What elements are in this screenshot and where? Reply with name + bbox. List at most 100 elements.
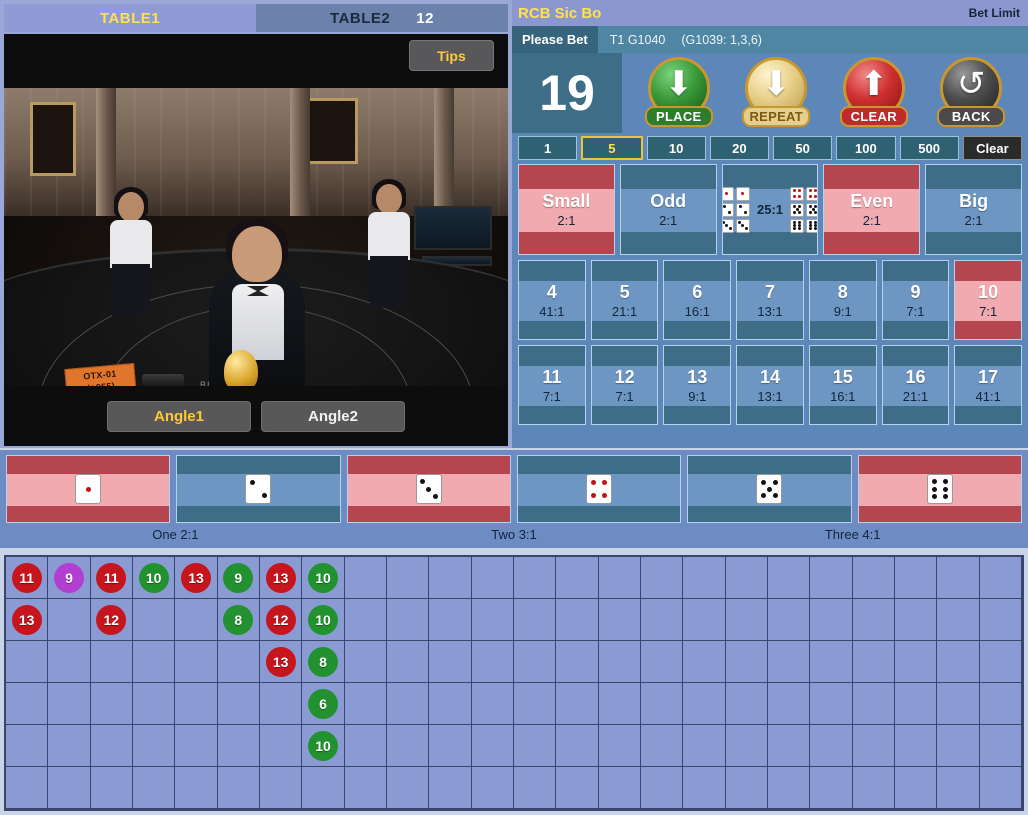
bet-total-14[interactable]: 14 13:1 — [736, 345, 804, 425]
bet-total-5[interactable]: 5 21:1 — [590, 260, 659, 340]
roadmap-cell — [471, 725, 514, 767]
roadmap-cell: 12 — [90, 599, 133, 641]
roadmap-cell — [894, 683, 938, 725]
bet-single-dice-4[interactable] — [516, 455, 682, 523]
roadmap-cell — [852, 557, 895, 599]
bet-single-dice-5[interactable] — [687, 455, 852, 523]
chip-20[interactable]: 20 — [709, 136, 769, 160]
roadmap-cell — [344, 599, 387, 641]
bet-any-triple[interactable]: 25:1 — [721, 164, 819, 255]
bet-single-dice-1[interactable] — [6, 455, 171, 523]
roadmap-cell: 9 — [217, 557, 260, 599]
wall-pillar-2 — [290, 88, 310, 216]
chip-500[interactable]: 500 — [899, 136, 959, 160]
bet-single-dice-2[interactable] — [176, 455, 341, 523]
roadmap-cell — [48, 599, 91, 641]
bet-even[interactable]: Even 2:1 — [823, 164, 921, 255]
bet-limit-link[interactable]: Bet Limit — [969, 6, 1020, 20]
bet-total-10[interactable]: 10 7:1 — [954, 260, 1023, 340]
bet-total-8[interactable]: 8 9:1 — [808, 260, 877, 340]
bet-even-label: Even — [850, 191, 894, 211]
chip-50[interactable]: 50 — [773, 136, 833, 160]
countdown-timer: 19 — [512, 53, 622, 133]
countdown-and-actions: 19 ⬇ PLACE ⬇ REPEAT ⬆ CLEAR ↺ BACK — [512, 53, 1028, 133]
roadmap-cell: 6 — [302, 683, 345, 725]
bet-total-15[interactable]: 15 16:1 — [808, 345, 877, 425]
roadmap-bead: 11 — [96, 562, 127, 593]
roadmap-cell — [6, 725, 49, 767]
dice-face-5 — [806, 202, 818, 217]
roadmap-cell — [386, 767, 430, 809]
roadmap-cell — [48, 767, 91, 809]
tab-table2[interactable]: TABLE2 12 — [256, 4, 508, 32]
angle2-button[interactable]: Angle2 — [261, 401, 405, 432]
chip-5[interactable]: 5 — [581, 136, 643, 160]
roadmap-cell — [937, 725, 980, 767]
live-video-stream[interactable]: Tips BIG SMALL 小 — [4, 34, 508, 446]
roadmap-cell — [937, 557, 980, 599]
roadmap-cell — [6, 641, 49, 683]
chip-clear[interactable]: Clear — [962, 136, 1022, 160]
repeat-label: REPEAT — [742, 106, 811, 127]
chip-10[interactable]: 10 — [646, 136, 706, 160]
roadmap-cell — [386, 599, 430, 641]
roadmap-cell — [386, 557, 430, 599]
roadmap-cell — [132, 767, 176, 809]
bet-total-16-label: 16 — [905, 366, 926, 387]
roadmap-cell — [259, 767, 303, 809]
roadmap-cell — [894, 641, 938, 683]
roadmap-cell — [767, 599, 811, 641]
roadmap-cell — [429, 683, 472, 725]
bet-big[interactable]: Big 2:1 — [925, 164, 1022, 255]
roadmap-cell — [725, 767, 768, 809]
clear-button[interactable]: ⬆ CLEAR — [839, 57, 908, 129]
back-button[interactable]: ↺ BACK — [937, 57, 1006, 129]
dice-face-2 — [722, 202, 734, 217]
tips-button[interactable]: Tips — [409, 40, 494, 71]
roadmap-cell — [598, 767, 641, 809]
bet-total-4[interactable]: 4 41:1 — [518, 260, 586, 340]
bet-total-6[interactable]: 6 16:1 — [663, 260, 732, 340]
chip-100[interactable]: 100 — [836, 136, 896, 160]
game-name: RCB Sic Bo — [518, 4, 602, 22]
angle1-button[interactable]: Angle1 — [107, 401, 251, 432]
bet-total-12[interactable]: 12 7:1 — [590, 345, 659, 425]
bet-small[interactable]: Small 2:1 — [518, 164, 615, 255]
chip-tray — [142, 374, 184, 386]
dice-face-4 — [806, 186, 818, 201]
repeat-button[interactable]: ⬇ REPEAT — [742, 57, 811, 129]
bet-total-9[interactable]: 9 7:1 — [881, 260, 950, 340]
roadmap-cell — [556, 599, 599, 641]
bet-single-dice-3[interactable] — [346, 455, 511, 523]
previous-result: (G1039: 1,3,6) — [681, 32, 762, 47]
roadmap-bead: 12 — [96, 604, 127, 635]
bet-total-17[interactable]: 17 41:1 — [954, 345, 1023, 425]
bet-single-dice-6[interactable] — [857, 455, 1022, 523]
triple-dice-left — [722, 186, 750, 233]
main-bet-row: Small 2:1 Odd 2:1 25:1 Even 2:1 Big 2:1 — [518, 164, 1022, 255]
bet-total-16[interactable]: 16 21:1 — [881, 345, 950, 425]
roadmap-cell — [640, 599, 684, 641]
place-button[interactable]: ⬇ PLACE — [644, 57, 713, 129]
dice-face-6 — [806, 218, 818, 233]
roadmap-cell — [598, 725, 641, 767]
bead-road-grid[interactable]: 11 9 11 10 13 9 13 10 13 12 8 12 10 13 8 6 10 — [4, 555, 1024, 811]
dice-shaker — [224, 350, 258, 386]
chip-1[interactable]: 1 — [518, 136, 578, 160]
roadmap-cell: 13 — [6, 599, 49, 641]
roadmap-bead: 10 — [307, 604, 338, 635]
bet-grid: Small 2:1 Odd 2:1 25:1 Even 2:1 Big 2:1 4 41:1 5 21… — [512, 164, 1028, 436]
bet-odd[interactable]: Odd 2:1 — [619, 164, 717, 255]
bet-total-7[interactable]: 7 13:1 — [736, 260, 804, 340]
roadmap-cell — [429, 557, 472, 599]
roadmap-cell — [937, 641, 980, 683]
dice-face-5 — [790, 202, 805, 217]
roadmap-cell — [725, 557, 768, 599]
status-badge: Please Bet — [512, 26, 598, 53]
bet-even-odds: 2:1 — [862, 213, 881, 228]
bet-total-11[interactable]: 11 7:1 — [518, 345, 586, 425]
roadmap-cell — [217, 725, 260, 767]
tab-table1[interactable]: TABLE1 — [4, 4, 256, 32]
bet-total-13[interactable]: 13 9:1 — [663, 345, 732, 425]
roadmap-cell — [90, 641, 133, 683]
